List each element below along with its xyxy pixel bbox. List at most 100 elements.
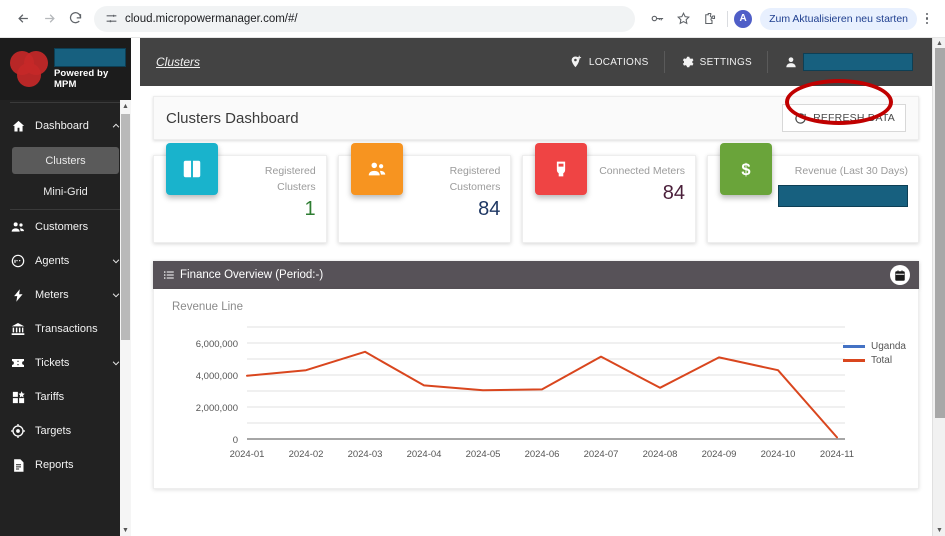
- sidebar-item-targets[interactable]: Targets: [0, 414, 131, 448]
- address-bar[interactable]: cloud.micropowermanager.com/#/: [94, 5, 636, 32]
- url-text: cloud.micropowermanager.com/#/: [125, 12, 298, 25]
- gear-icon: [680, 55, 695, 70]
- ticket-icon: [10, 355, 26, 371]
- sidebar-scrollbar[interactable]: ▲ ▼: [120, 100, 131, 536]
- chart-legend: Uganda Total: [842, 339, 906, 367]
- star-icon[interactable]: [671, 7, 695, 31]
- sidebar-nav: Dashboard Clusters Mini-Grid Customers A…: [0, 103, 131, 482]
- sidebar-item-tickets[interactable]: Tickets: [0, 346, 131, 380]
- sidebar-item-tariffs[interactable]: Tariffs: [0, 380, 131, 414]
- svg-text:2024-11: 2024-11: [820, 449, 854, 460]
- stat-cards: Registered Clusters 1 Registered Custome…: [153, 143, 920, 243]
- svg-text:0: 0: [233, 435, 238, 446]
- card-label: Revenue (Last 30 Days): [794, 165, 909, 177]
- people-icon: [350, 143, 403, 195]
- scroll-down-arrow-icon[interactable]: ▼: [120, 524, 131, 536]
- target-icon: [10, 423, 26, 439]
- sidebar-item-customers[interactable]: Customers: [0, 210, 131, 244]
- topbar-actions: LOCATIONS SETTINGS: [560, 47, 922, 77]
- svg-text:2024-06: 2024-06: [525, 449, 560, 460]
- sidebar: Powered by MPM Dashboard Clusters Mini-G…: [0, 38, 131, 536]
- card-value: 84: [478, 198, 501, 220]
- finance-overview-panel: Finance Overview (Period:-) Revenue Line…: [153, 261, 919, 489]
- topbar-divider-2: [767, 51, 768, 73]
- document-icon: [10, 457, 26, 473]
- sidebar-item-label: Tickets: [35, 357, 70, 369]
- locations-label: LOCATIONS: [588, 56, 649, 68]
- sidebar-item-label: Dashboard: [35, 120, 89, 132]
- card-connected-meters[interactable]: Connected Meters 84: [522, 143, 697, 243]
- scroll-up-arrow-icon[interactable]: ▲: [120, 100, 131, 112]
- svg-text:4,000,000: 4,000,000: [196, 371, 238, 382]
- key-icon[interactable]: [645, 7, 669, 31]
- sidebar-item-agents[interactable]: Agents: [0, 244, 131, 278]
- sidebar-subitem-label: Mini-Grid: [43, 185, 88, 198]
- add-location-icon: [569, 55, 584, 70]
- refresh-data-button[interactable]: REFRESH DATA: [782, 104, 906, 132]
- legend-swatch: [842, 358, 865, 362]
- forward-arrow-icon[interactable]: [36, 6, 62, 32]
- chart-svg: 0 2,000,000 4,000,000 6,000,000 2024-01 2024-…: [196, 326, 854, 460]
- sidebar-item-reports[interactable]: Reports: [0, 448, 131, 482]
- dashboard-page: Clusters Dashboard REFRESH DATA Register…: [140, 86, 932, 489]
- svg-text:2024-04: 2024-04: [407, 449, 442, 460]
- svg-text:$: $: [741, 161, 750, 179]
- legend-swatch: [842, 344, 865, 348]
- locations-button[interactable]: LOCATIONS: [560, 47, 658, 77]
- page-scroll-thumb[interactable]: [935, 48, 945, 418]
- sidebar-item-transactions[interactable]: Transactions: [0, 312, 131, 346]
- sidebar-item-clusters[interactable]: Clusters: [12, 147, 119, 174]
- mpm-venn-logo-icon: [10, 51, 48, 87]
- sidebar-item-mini-grid[interactable]: Mini-Grid: [12, 178, 119, 205]
- people-icon: [10, 219, 26, 235]
- chart-title: Revenue Line: [172, 301, 243, 313]
- dollar-icon: $: [720, 143, 773, 195]
- profile-avatar[interactable]: A: [734, 9, 753, 28]
- restart-to-update-button[interactable]: Zum Aktualisieren neu starten: [760, 7, 917, 30]
- card-value: 84: [662, 182, 686, 204]
- sidebar-item-label: Tariffs: [35, 391, 65, 403]
- sidebar-item-meters[interactable]: Meters: [0, 278, 131, 312]
- settings-button[interactable]: SETTINGS: [671, 47, 761, 77]
- sidebar-item-label: Customers: [35, 221, 89, 233]
- tune-icon[interactable]: [104, 12, 118, 26]
- legend-item-total[interactable]: Total: [842, 353, 906, 367]
- app-topbar: Clusters LOCATIONS SETTINGS: [140, 38, 932, 86]
- topbar-divider: [663, 51, 665, 73]
- calendar-icon[interactable]: [890, 265, 910, 285]
- user-menu-button[interactable]: [774, 47, 922, 77]
- brand-block: Powered by MPM: [0, 38, 131, 100]
- page-scrollbar[interactable]: ▲ ▼: [932, 38, 945, 536]
- page-title: Clusters Dashboard: [166, 109, 299, 127]
- finance-panel-body: Revenue Line 0 2,000,000 4,000,000 6,000,00…: [153, 289, 919, 489]
- sidebar-subitem-label: Clusters: [45, 154, 86, 167]
- svg-text:2024-10: 2024-10: [761, 449, 796, 460]
- svg-text:2024-01: 2024-01: [230, 449, 265, 460]
- kebab-menu-icon[interactable]: [919, 12, 935, 25]
- puzzle-icon[interactable]: [697, 7, 721, 31]
- legend-label: Uganda: [870, 340, 906, 352]
- sidebar-item-label: Meters: [35, 289, 69, 301]
- card-registered-clusters[interactable]: Registered Clusters 1: [153, 143, 327, 243]
- finance-panel-title: Finance Overview (Period:-): [180, 269, 324, 281]
- legend-item-uganda[interactable]: Uganda: [842, 339, 906, 353]
- back-arrow-icon[interactable]: [10, 6, 36, 32]
- finance-panel-header: Finance Overview (Period:-): [153, 261, 919, 289]
- sidebar-item-dashboard[interactable]: Dashboard: [0, 109, 131, 143]
- card-label: Registered Clusters: [264, 165, 316, 193]
- sidebar-item-label: Agents: [35, 255, 70, 267]
- card-registered-customers[interactable]: Registered Customers 84: [337, 143, 512, 243]
- breadcrumb[interactable]: Clusters: [156, 55, 200, 69]
- reload-icon[interactable]: [62, 6, 88, 32]
- finance-panel-title-wrap: Finance Overview (Period:-): [163, 269, 323, 281]
- svg-text:2024-03: 2024-03: [348, 449, 383, 460]
- map-book-icon: [166, 143, 218, 195]
- card-revenue-last-30-days[interactable]: $ Revenue (Last 30 Days): [707, 143, 920, 243]
- person-icon: [783, 55, 798, 70]
- svg-text:2024-05: 2024-05: [466, 449, 501, 460]
- app-root: Powered by MPM Dashboard Clusters Mini-G…: [0, 38, 945, 536]
- sidebar-scroll-thumb[interactable]: [121, 114, 130, 340]
- revenue-line-chart[interactable]: 0 2,000,000 4,000,000 6,000,000 2024-01 2024-…: [154, 319, 918, 487]
- scroll-down-arrow-icon[interactable]: ▼: [933, 525, 945, 536]
- svg-text:2,000,000: 2,000,000: [196, 403, 238, 414]
